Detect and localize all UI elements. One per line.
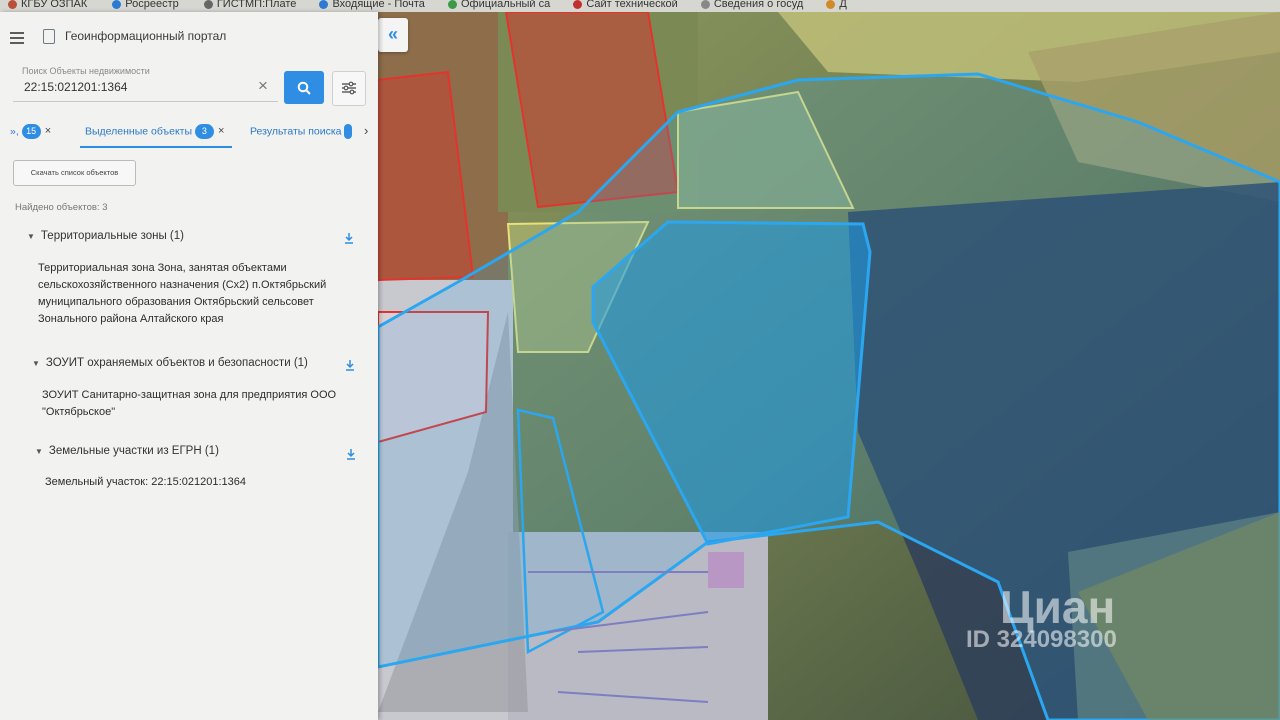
- bookmark-icon: [203, 0, 213, 9]
- sidebar-panel: Геоинформационный портал Поиск Объекты н…: [0, 12, 378, 720]
- collapse-panel-button[interactable]: «: [378, 18, 408, 52]
- document-icon: [43, 29, 55, 44]
- search-icon: [297, 81, 311, 95]
- tab-history[interactable]: », 15 ×: [10, 124, 51, 139]
- bookmark-icon: [447, 0, 457, 9]
- bookmark-icon: [826, 0, 836, 9]
- bookmark-item[interactable]: ГИСТМП:Плате: [203, 0, 296, 10]
- tab-close-icon[interactable]: ×: [218, 125, 224, 137]
- found-count: Найдено объектов: 3: [15, 202, 108, 213]
- app-title: Геоинформационный портал: [65, 29, 227, 43]
- section-header-territorial-zones[interactable]: ▼ Территориальные зоны (1): [27, 230, 184, 242]
- section-header-land-plots[interactable]: ▼ Земельные участки из ЕГРН (1): [35, 445, 219, 457]
- clear-search-icon[interactable]: ×: [258, 76, 268, 96]
- menu-icon[interactable]: [10, 32, 24, 44]
- download-list-button[interactable]: Скачать список объектов: [13, 160, 136, 186]
- bookmark-item[interactable]: Официальный са: [447, 0, 550, 10]
- filter-button[interactable]: [332, 71, 366, 106]
- tabs-scroll-right-icon[interactable]: ›: [364, 123, 368, 138]
- download-icon[interactable]: [344, 359, 356, 371]
- chevron-down-icon: ▼: [32, 359, 40, 368]
- bookmark-item[interactable]: КГБУ ОЗПАК: [8, 0, 87, 10]
- map-canvas[interactable]: [378, 12, 1280, 720]
- section-header-zouit[interactable]: ▼ ЗОУИТ охраняемых объектов и безопасност…: [32, 357, 308, 369]
- tab-count-badge: 3: [194, 124, 214, 139]
- map-graphics: [378, 12, 1280, 720]
- bookmark-item[interactable]: Входящие - Почта: [319, 0, 425, 10]
- bookmark-icon: [112, 0, 122, 9]
- small-object: [708, 552, 744, 588]
- bookmark-icon: [573, 0, 583, 9]
- download-icon[interactable]: [343, 232, 355, 244]
- bookmark-icon: [700, 0, 710, 9]
- filter-icon: [342, 81, 356, 95]
- bookmark-icon: [8, 0, 17, 9]
- tab-count-badge: 15: [21, 124, 41, 139]
- tab-selected-objects[interactable]: Выделенные объекты 3 ×: [85, 124, 224, 139]
- bookmarks-bar: КГБУ ОЗПАК Росреестр ГИСТМП:Плате Входящ…: [0, 0, 1280, 12]
- section-content-territorial-zones: Территориальная зона Зона, занятая объек…: [38, 262, 327, 325]
- bookmark-item[interactable]: Сайт технической: [573, 0, 678, 10]
- tab-close-icon[interactable]: ×: [45, 125, 51, 137]
- tab-search-results[interactable]: Результаты поиска: [250, 124, 353, 139]
- active-tab-indicator: [80, 146, 232, 148]
- chevron-down-icon: ▼: [35, 447, 43, 456]
- search-input[interactable]: [24, 80, 244, 94]
- watermark-id: ID 324098300: [966, 626, 1117, 653]
- section-content-zouit: ЗОУИТ Санитарно-защитная зона для предпр…: [42, 389, 337, 418]
- chevron-down-icon: ▼: [27, 232, 35, 241]
- download-icon[interactable]: [345, 448, 357, 460]
- tab-count-badge: [344, 124, 353, 139]
- bookmark-item[interactable]: Д: [826, 0, 847, 10]
- bookmark-item[interactable]: Росреестр: [112, 0, 179, 10]
- search-button[interactable]: [284, 71, 324, 104]
- results-tabs: », 15 × Выделенные объекты 3 × Результаты …: [0, 120, 378, 148]
- mail-icon: [319, 0, 329, 9]
- land-plot-item[interactable]: Земельный участок: 22:15:021201:1364: [45, 474, 246, 491]
- bookmark-item[interactable]: Сведения о госуд: [700, 0, 803, 10]
